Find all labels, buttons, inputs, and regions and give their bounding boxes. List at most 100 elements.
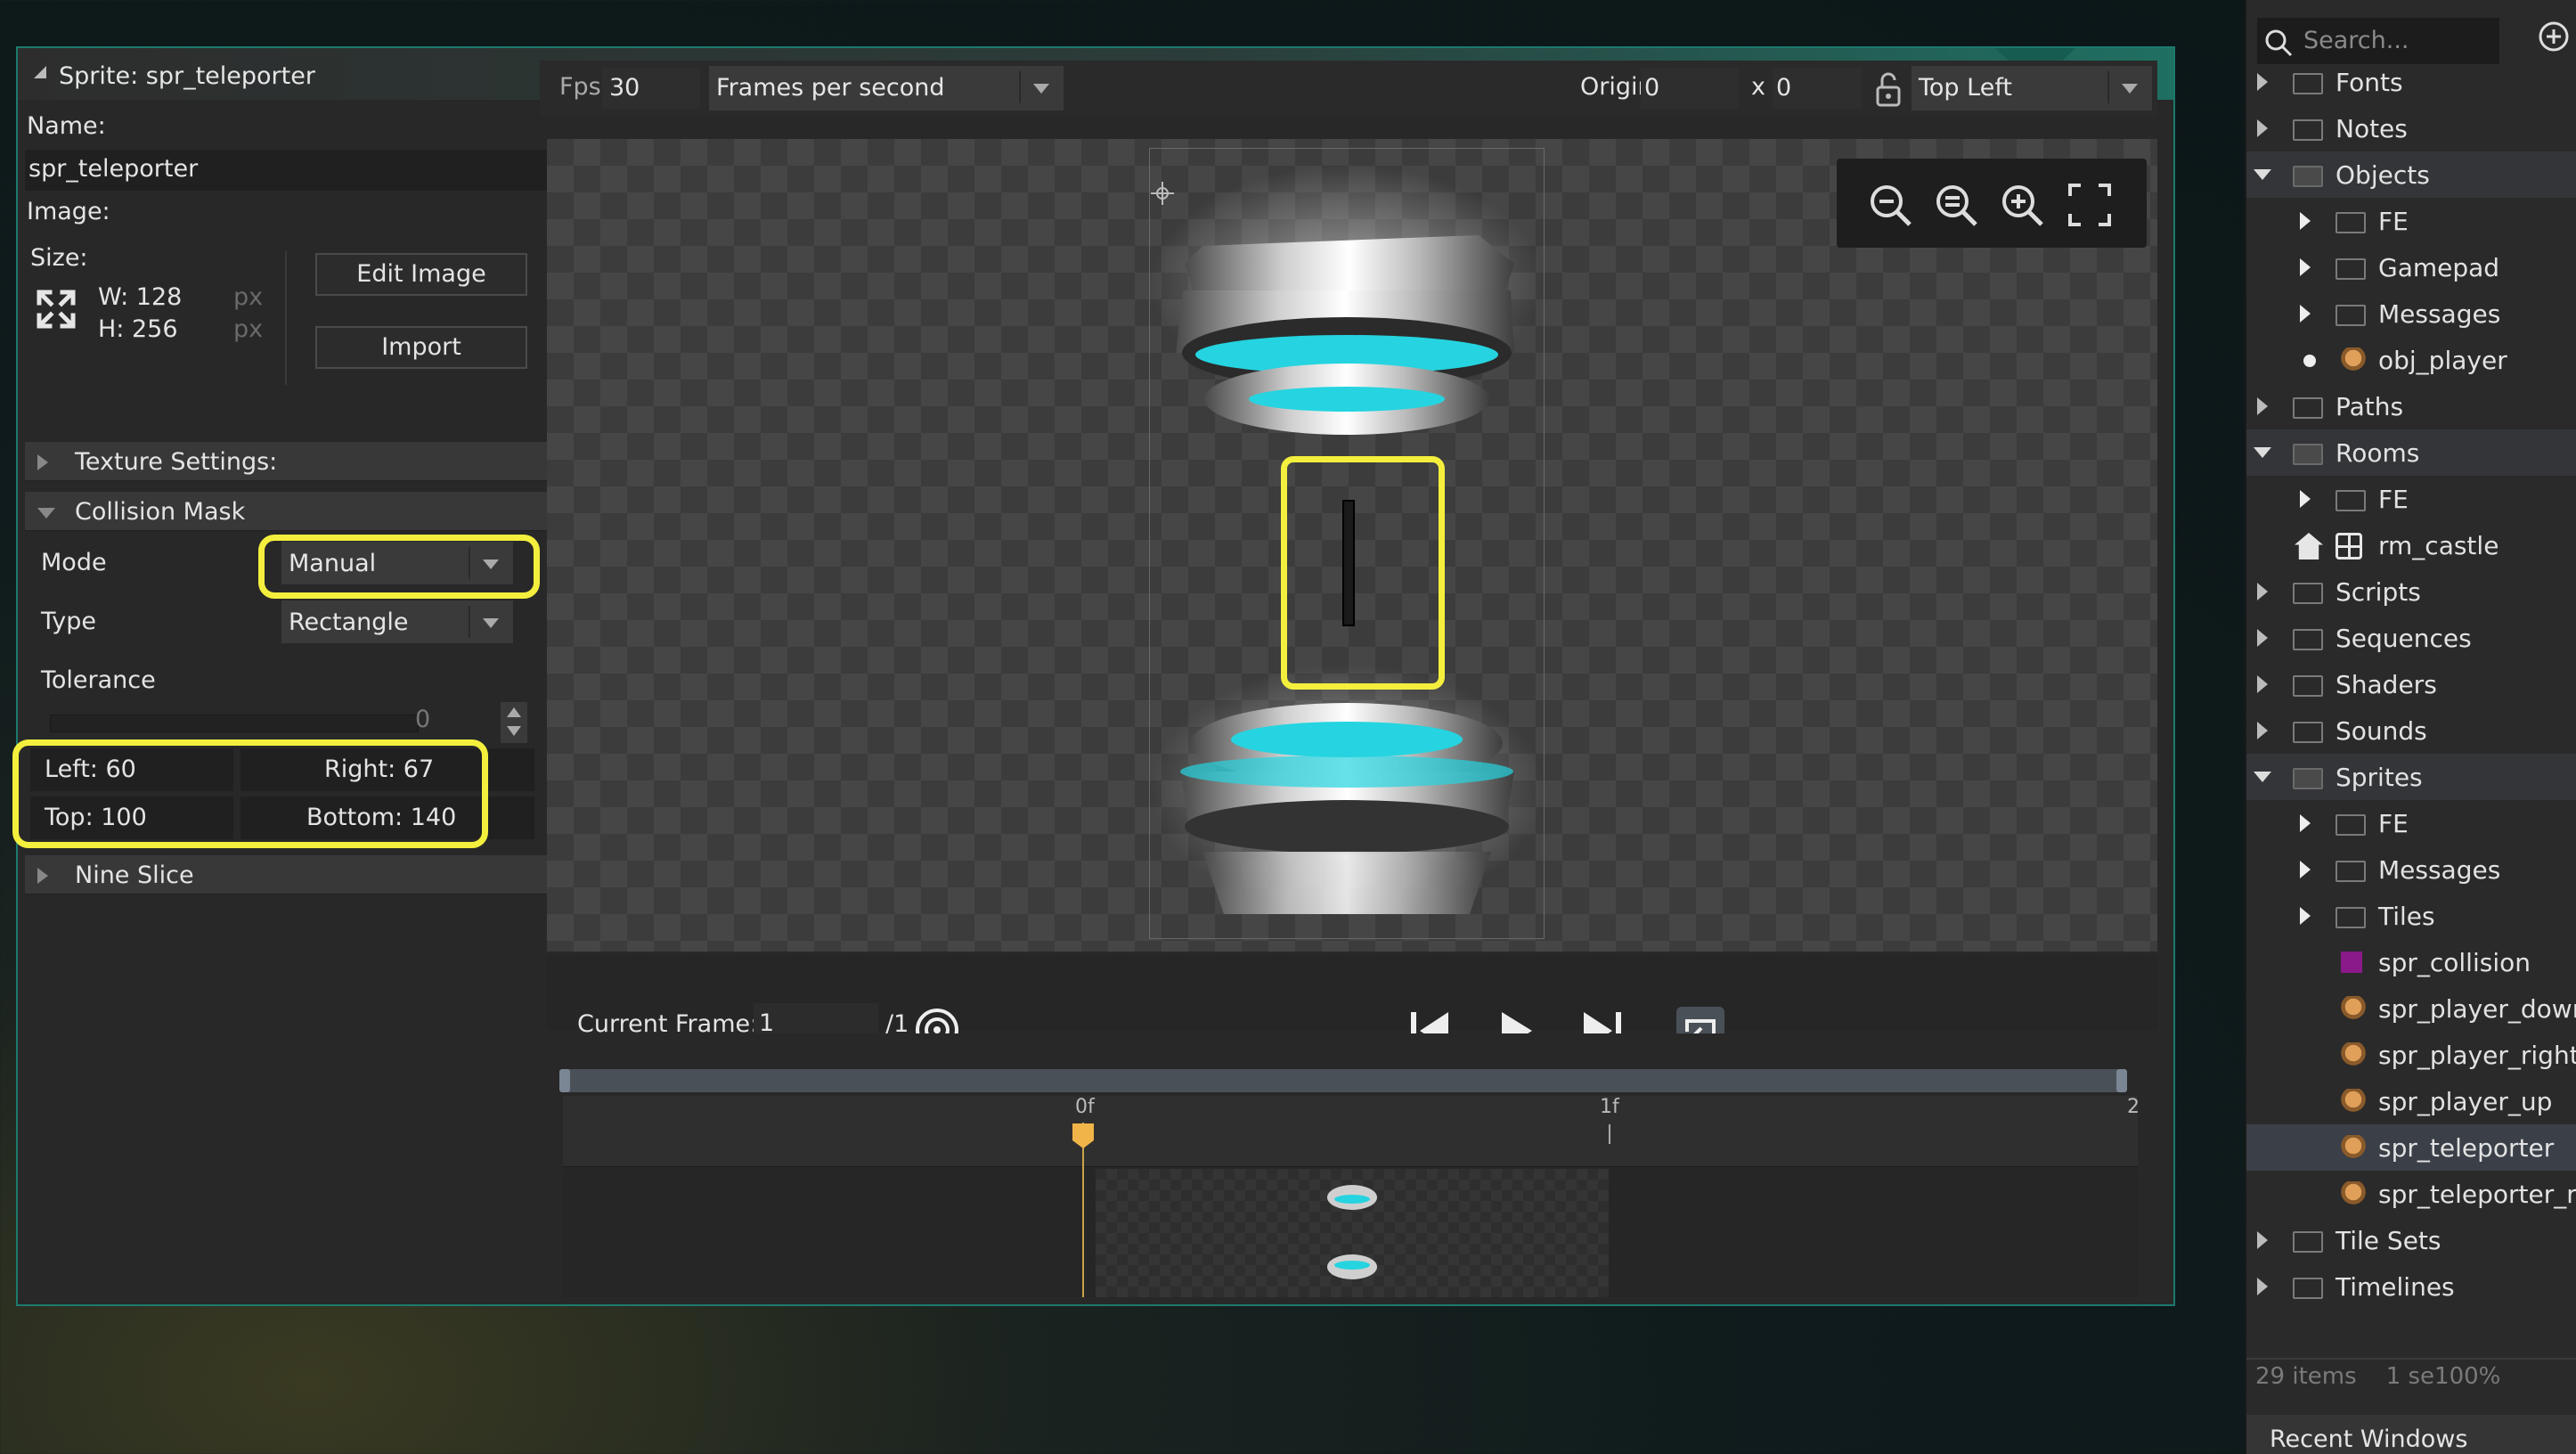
tolerance-slider[interactable] bbox=[50, 715, 419, 732]
tree-item-notes[interactable]: Notes bbox=[2246, 105, 2576, 151]
collapsed-arrow-icon[interactable] bbox=[2257, 1231, 2268, 1249]
playhead-icon[interactable] bbox=[1072, 1123, 1095, 1149]
tree-item-fe[interactable]: FE bbox=[2246, 198, 2576, 244]
tree-item-rooms[interactable]: Rooms bbox=[2246, 429, 2576, 476]
nine-slice-section[interactable]: Nine Slice bbox=[25, 855, 550, 894]
fps-mode-dropdown[interactable]: Frames per second bbox=[709, 66, 1064, 110]
chevron-down-icon bbox=[2122, 84, 2138, 94]
folder-icon bbox=[2293, 397, 2323, 419]
tree-item-tile-sets[interactable]: Tile Sets bbox=[2246, 1217, 2576, 1263]
tree-item-rm-castle[interactable]: rm_castle bbox=[2246, 522, 2576, 568]
tree-item-spr-player-up[interactable]: spr_player_up bbox=[2246, 1078, 2576, 1124]
tree-item-spr-teleporter-ra[interactable]: spr_teleporter_ra bbox=[2246, 1171, 2576, 1217]
tree-item-timelines[interactable]: Timelines bbox=[2246, 1263, 2576, 1310]
collapsed-arrow-icon[interactable] bbox=[2257, 1278, 2268, 1295]
timeline-frame-cell[interactable] bbox=[1096, 1169, 1609, 1297]
step-up-icon[interactable] bbox=[507, 707, 521, 717]
edit-image-button[interactable]: Edit Image bbox=[315, 253, 527, 296]
tree-item-spr-player-down[interactable]: spr_player_down bbox=[2246, 985, 2576, 1032]
collapsed-arrow-icon[interactable] bbox=[2300, 814, 2311, 832]
search-input[interactable]: Search... bbox=[2257, 18, 2499, 64]
mask-highlight-annotation bbox=[1281, 456, 1445, 690]
add-circle-icon[interactable] bbox=[2537, 20, 2571, 53]
collapsed-arrow-icon[interactable] bbox=[2300, 212, 2311, 230]
import-button[interactable]: Import bbox=[315, 326, 527, 369]
collapsed-arrow-icon[interactable] bbox=[2300, 907, 2311, 925]
fit-to-screen-icon[interactable] bbox=[2063, 178, 2116, 232]
texture-settings-label: Texture Settings: bbox=[75, 448, 278, 476]
type-dropdown[interactable]: Rectangle bbox=[281, 600, 513, 643]
collapsed-arrow-icon[interactable] bbox=[2257, 583, 2268, 600]
fps-value: 30 bbox=[609, 74, 640, 102]
tree-item-messages[interactable]: Messages bbox=[2246, 290, 2576, 337]
step-down-icon[interactable] bbox=[507, 726, 521, 736]
chevron-down-icon bbox=[1033, 84, 1049, 94]
sprite-thumbnail-icon bbox=[2341, 952, 2362, 973]
tree-item-messages[interactable]: Messages bbox=[2246, 846, 2576, 893]
sprite-thumbnail-icon bbox=[2341, 1181, 2366, 1208]
object-sprite-icon bbox=[2341, 347, 2366, 374]
scroll-handle-right[interactable] bbox=[2116, 1069, 2127, 1092]
tree-item-label: Shaders bbox=[2336, 670, 2437, 699]
origin-separator: x bbox=[1751, 73, 1765, 101]
tree-item-fe[interactable]: FE bbox=[2246, 476, 2576, 522]
tree-item-spr-player-right[interactable]: spr_player_right bbox=[2246, 1032, 2576, 1078]
tree-item-scripts[interactable]: Scripts bbox=[2246, 568, 2576, 615]
resize-icon[interactable] bbox=[34, 287, 78, 331]
name-input[interactable]: spr_teleporter bbox=[25, 150, 550, 191]
tree-item-spr-collision[interactable]: spr_collision bbox=[2246, 939, 2576, 985]
zoom-out-icon[interactable] bbox=[1863, 178, 1917, 232]
collapsed-arrow-icon[interactable] bbox=[2257, 119, 2268, 137]
zoom-reset-icon[interactable] bbox=[1929, 178, 1983, 232]
collapsed-arrow-icon[interactable] bbox=[2300, 861, 2311, 878]
tree-item-obj-player[interactable]: obj_player bbox=[2246, 337, 2576, 383]
collision-mask-section[interactable]: Collision Mask bbox=[25, 492, 550, 531]
tree-item-shaders[interactable]: Shaders bbox=[2246, 661, 2576, 707]
tree-item-fe[interactable]: FE bbox=[2246, 800, 2576, 846]
unlock-icon[interactable] bbox=[1871, 69, 1906, 109]
tolerance-stepper[interactable] bbox=[501, 702, 527, 743]
expanded-arrow-icon[interactable] bbox=[2254, 447, 2271, 458]
recent-windows-tab[interactable]: Recent Windows bbox=[2246, 1415, 2576, 1454]
tree-item-spr-teleporter[interactable]: spr_teleporter bbox=[2246, 1124, 2576, 1171]
tree-item-tiles[interactable]: Tiles bbox=[2246, 893, 2576, 939]
collapsed-arrow-icon[interactable] bbox=[2300, 305, 2311, 323]
collapsed-arrow-icon[interactable] bbox=[2257, 675, 2268, 693]
tree-item-label: Rooms bbox=[2336, 438, 2420, 468]
tree-item-sequences[interactable]: Sequences bbox=[2246, 615, 2576, 661]
image-label: Image: bbox=[27, 198, 110, 225]
zoom-toolbar bbox=[1837, 159, 2147, 248]
tree-item-objects[interactable]: Objects bbox=[2246, 151, 2576, 198]
origin-x-input[interactable]: 0 bbox=[1641, 68, 1739, 109]
folder-icon bbox=[2336, 814, 2366, 836]
collapsed-arrow-icon[interactable] bbox=[2257, 397, 2268, 415]
tree-item-paths[interactable]: Paths bbox=[2246, 383, 2576, 429]
dropdown-separator bbox=[469, 606, 470, 638]
timeline-scrollbar[interactable] bbox=[559, 1069, 2127, 1092]
collapsed-arrow-icon[interactable] bbox=[2257, 722, 2268, 739]
home-room-icon bbox=[2295, 533, 2323, 560]
expanded-arrow-icon[interactable] bbox=[2254, 772, 2271, 782]
tree-item-label: Timelines bbox=[2336, 1272, 2455, 1302]
tree-item-gamepad[interactable]: Gamepad bbox=[2246, 244, 2576, 290]
search-placeholder: Search... bbox=[2303, 27, 2409, 54]
tree-item-fonts[interactable]: Fonts bbox=[2246, 59, 2576, 105]
origin-x-value: 0 bbox=[1644, 74, 1660, 102]
timeline-ruler[interactable]: 0f 1f 2 bbox=[563, 1096, 2140, 1167]
expanded-arrow-icon[interactable] bbox=[2254, 169, 2271, 180]
tree-item-sprites[interactable]: Sprites bbox=[2246, 754, 2576, 800]
scroll-handle-left[interactable] bbox=[559, 1069, 570, 1092]
collapsed-arrow-icon[interactable] bbox=[2300, 258, 2311, 276]
tree-item-sounds[interactable]: Sounds bbox=[2246, 707, 2576, 754]
collapsed-arrow-icon[interactable] bbox=[2257, 73, 2268, 91]
origin-preset-dropdown[interactable]: Top Left bbox=[1912, 66, 2152, 110]
sprite-properties-panel: Name: spr_teleporter Image: Size: W: 128… bbox=[12, 100, 552, 1304]
tree-item-label: spr_teleporter bbox=[2378, 1133, 2555, 1163]
folder-icon bbox=[2336, 490, 2366, 511]
origin-y-input[interactable]: 0 bbox=[1773, 68, 1862, 109]
zoom-in-icon[interactable] bbox=[1995, 178, 2049, 232]
texture-settings-section[interactable]: Texture Settings: bbox=[25, 442, 550, 481]
collapsed-arrow-icon[interactable] bbox=[2257, 629, 2268, 647]
fps-input[interactable]: 30 bbox=[602, 68, 700, 109]
collapsed-arrow-icon[interactable] bbox=[2300, 490, 2311, 508]
